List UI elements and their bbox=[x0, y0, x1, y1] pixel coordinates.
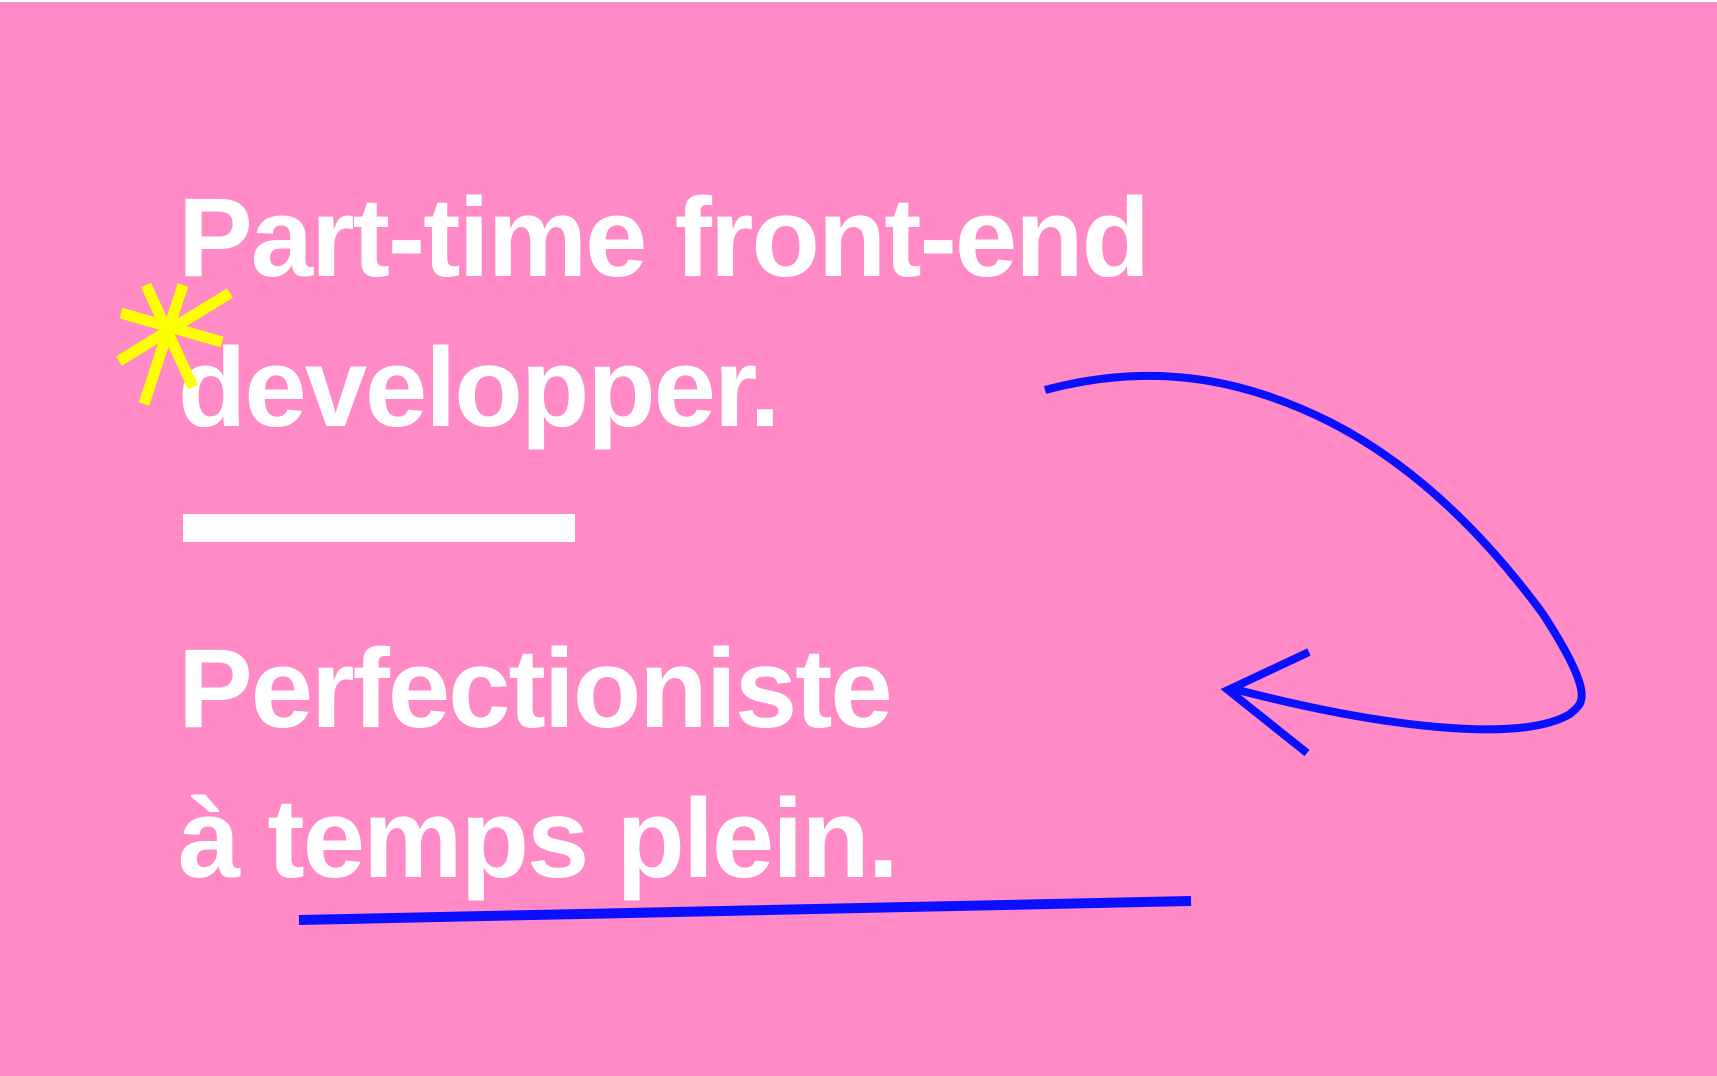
white-divider-bar bbox=[183, 514, 575, 542]
curved-arrow-icon bbox=[1043, 371, 1586, 757]
hand-drawn-underline bbox=[298, 896, 1192, 925]
poster-canvas: Part-time front-end developper. Perfecti… bbox=[0, 2, 1717, 1076]
headline-line-1: Part-time front-end bbox=[178, 175, 1150, 300]
headline-line-3: Perfectioniste bbox=[178, 626, 893, 751]
headline-line-4: à temps plein. bbox=[178, 783, 899, 895]
headline-line-4-prefix: à bbox=[178, 776, 268, 901]
headline-line-4-emphasis: temps plein. bbox=[267, 776, 898, 901]
headline-line-2: developper. bbox=[178, 325, 780, 450]
